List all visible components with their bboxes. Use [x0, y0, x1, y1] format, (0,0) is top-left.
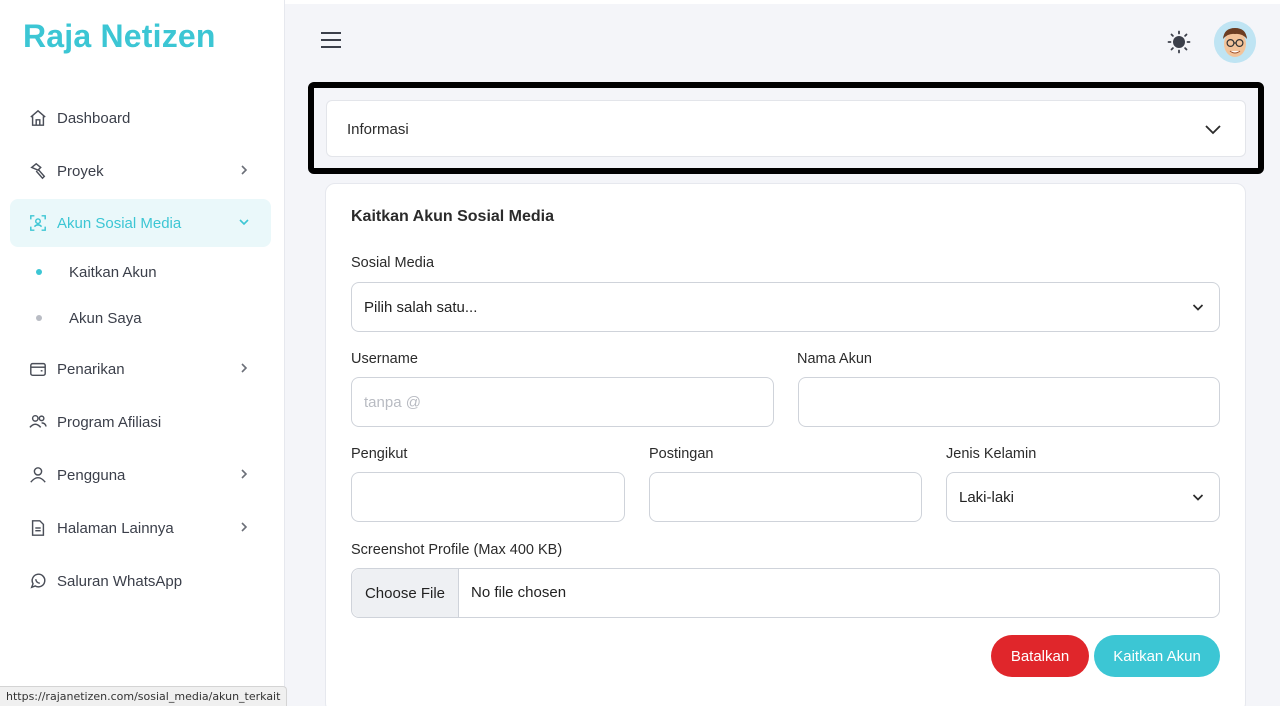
home-icon	[28, 108, 48, 128]
gender-select[interactable]: Laki-laki	[946, 472, 1220, 522]
info-accordion[interactable]: Informasi	[326, 100, 1246, 157]
hammer-icon	[28, 161, 48, 181]
chevron-down-icon	[1191, 300, 1205, 314]
username-input[interactable]: tanpa @	[351, 377, 774, 427]
sidebar-subitem-kaitkan-akun[interactable]: Kaitkan Akun	[10, 252, 271, 292]
chevron-right-icon	[237, 361, 251, 375]
bullet-dot	[36, 315, 42, 321]
sidebar-subitem-label: Akun Saya	[69, 309, 142, 327]
sidebar-item-label: Program Afiliasi	[57, 413, 162, 431]
posts-label: Postingan	[649, 446, 714, 462]
sidebar-item-saluran-whatsapp[interactable]: Saluran WhatsApp	[10, 557, 271, 605]
posts-input[interactable]	[649, 472, 922, 522]
account-name-label: Nama Akun	[797, 351, 872, 367]
sidebar-item-label: Pengguna	[57, 466, 126, 484]
user-icon	[28, 465, 48, 485]
submit-button[interactable]: Kaitkan Akun	[1094, 635, 1220, 677]
whatsapp-icon	[28, 571, 48, 591]
sidebar-item-label: Penarikan	[57, 360, 125, 378]
users-icon	[28, 412, 48, 432]
sidebar-item-halaman-lainnya[interactable]: Halaman Lainnya	[10, 504, 271, 552]
screenshot-file-input[interactable]: Choose File No file chosen	[351, 568, 1220, 618]
sidebar-item-label: Dashboard	[57, 109, 131, 127]
choose-file-button[interactable]: Choose File	[352, 569, 459, 617]
social-media-select[interactable]: Pilih salah satu...	[351, 282, 1220, 332]
form-title: Kaitkan Akun Sosial Media	[351, 208, 555, 225]
wallet-icon	[28, 359, 48, 379]
chevron-down-icon	[237, 215, 251, 229]
sidebar-item-akun-sosial-media[interactable]: Akun Sosial Media	[10, 199, 271, 247]
sidebar-item-label: Akun Sosial Media	[57, 214, 182, 232]
sidebar-item-proyek[interactable]: Proyek	[10, 147, 271, 195]
screenshot-label: Screenshot Profile (Max 400 KB)	[351, 542, 563, 558]
gender-select-value: Laki-laki	[959, 488, 1015, 506]
top-header	[285, 0, 1280, 80]
username-placeholder: tanpa @	[364, 393, 421, 411]
header-top-strip	[285, 0, 1280, 4]
avatar[interactable]	[1214, 21, 1256, 63]
sidebar: Raja Netizen Dashboard Proyek Akun Sosia…	[0, 0, 285, 706]
bullet-dot	[36, 269, 42, 275]
followers-label: Pengikut	[351, 446, 408, 462]
chevron-down-icon	[1191, 490, 1205, 504]
chevron-right-icon	[237, 467, 251, 481]
sidebar-item-program-afiliasi[interactable]: Program Afiliasi	[10, 398, 271, 446]
sidebar-subitem-akun-saya[interactable]: Akun Saya	[10, 298, 271, 338]
brand-logo[interactable]: Raja Netizen	[23, 18, 216, 55]
username-label: Username	[351, 351, 418, 367]
gender-label: Jenis Kelamin	[946, 446, 1037, 462]
followers-input[interactable]	[351, 472, 625, 522]
sidebar-subitem-label: Kaitkan Akun	[69, 263, 157, 281]
sidebar-item-pengguna[interactable]: Pengguna	[10, 451, 271, 499]
file-status: No file chosen	[471, 584, 567, 601]
social-media-label: Sosial Media	[351, 255, 435, 271]
sidebar-item-label: Halaman Lainnya	[57, 519, 174, 537]
sun-icon[interactable]	[1167, 30, 1191, 54]
account-name-input[interactable]	[798, 377, 1220, 427]
chevron-right-icon	[237, 520, 251, 534]
document-icon	[28, 518, 48, 538]
cancel-button[interactable]: Batalkan	[991, 635, 1089, 677]
accordion-label: Informasi	[347, 121, 409, 138]
status-url-tooltip: https://rajanetizen.com/sosial_media/aku…	[0, 686, 288, 706]
sidebar-item-penarikan[interactable]: Penarikan	[10, 345, 271, 393]
user-scan-icon	[28, 213, 48, 233]
sidebar-item-label: Saluran WhatsApp	[57, 572, 183, 590]
sidebar-item-dashboard[interactable]: Dashboard	[10, 94, 271, 142]
form-card	[325, 183, 1246, 706]
chevron-right-icon	[237, 163, 251, 177]
social-media-select-value: Pilih salah satu...	[364, 298, 478, 316]
menu-toggle-icon[interactable]	[321, 32, 343, 52]
chevron-down-icon	[1203, 119, 1223, 139]
sidebar-item-label: Proyek	[57, 162, 104, 180]
